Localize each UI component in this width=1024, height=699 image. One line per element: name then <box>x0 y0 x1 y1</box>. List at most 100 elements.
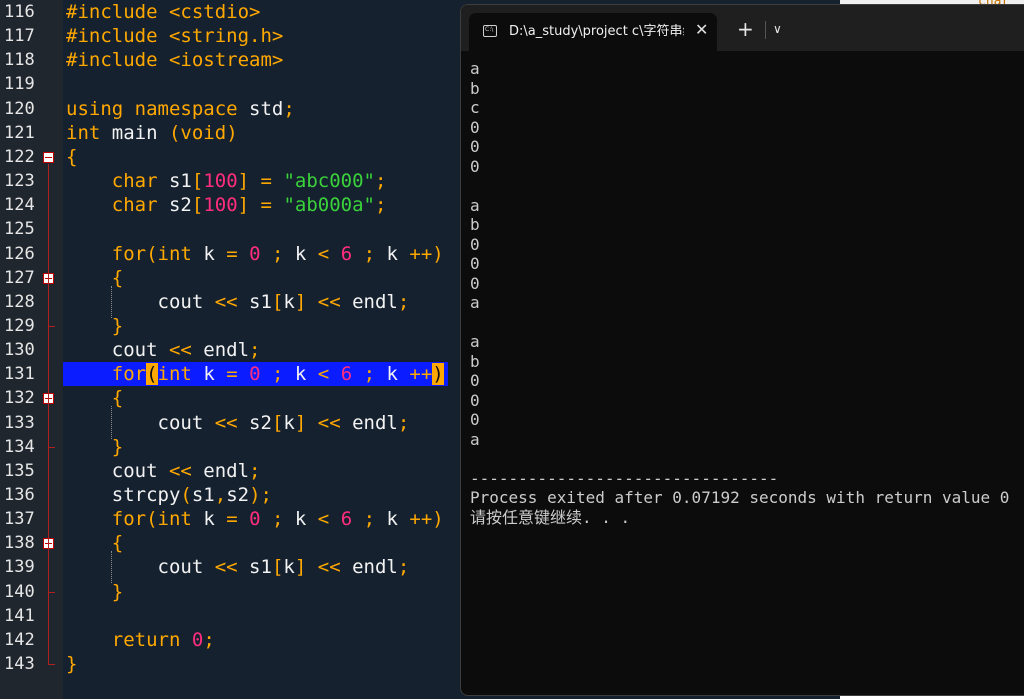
code-line[interactable]: { <box>63 386 123 410</box>
code-line[interactable]: cout << endl; <box>63 459 261 483</box>
code-token: ; <box>397 290 410 313</box>
code-token: ; <box>397 556 410 579</box>
code-line[interactable] <box>63 604 66 628</box>
code-token: for <box>111 508 147 531</box>
code-line[interactable]: #include <string.h> <box>63 24 283 48</box>
code-token: k <box>375 363 410 386</box>
code-line[interactable]: { <box>63 531 123 555</box>
code-line[interactable]: using namespace std; <box>63 97 295 121</box>
code-token: endl <box>191 459 250 482</box>
fold-toggle-icon[interactable] <box>43 151 54 163</box>
code-line[interactable]: return 0; <box>63 628 215 652</box>
code-line[interactable]: int main (void) <box>63 121 238 145</box>
code-line[interactable]: } <box>63 652 77 676</box>
chevron-down-icon[interactable]: ∨ <box>773 21 782 37</box>
code-token: ( <box>146 242 158 265</box>
code-token: ] <box>294 556 307 579</box>
code-token: { <box>66 145 78 168</box>
line-number: 133 <box>4 412 35 433</box>
close-tab-button[interactable]: ✕ <box>695 21 708 39</box>
code-token: #include <cstdio> <box>66 1 261 23</box>
line-number: 121 <box>4 122 35 143</box>
code-editor[interactable]: 116 117 118 119 120 121 122 123 124 125 126 127 128 1… <box>0 0 460 699</box>
fold-range-end <box>48 591 55 593</box>
code-token: ++ <box>409 363 433 386</box>
code-token: endl <box>191 339 250 362</box>
code-line[interactable]: { <box>63 145 77 169</box>
line-number: 142 <box>4 629 35 650</box>
line-number: 118 <box>4 50 35 71</box>
terminal-output-line: 请按任意键继续. . . <box>470 507 631 527</box>
indent-guide <box>111 285 112 318</box>
code-token: } <box>111 580 124 603</box>
terminal-tab-title: D:\a_study\project c\字符串组 <box>509 24 684 39</box>
code-token: = <box>260 170 272 193</box>
code-token: [ <box>271 556 284 579</box>
code-line[interactable]: char s1[100] = "abc000"; <box>63 169 387 193</box>
code-token: k <box>191 508 227 531</box>
code-token: s2 <box>226 484 250 506</box>
code-token: for <box>111 242 147 265</box>
terminal-output-line: 0 <box>470 371 480 390</box>
code-token: main <box>100 121 169 144</box>
code-line[interactable] <box>63 217 66 241</box>
code-line[interactable]: } <box>63 314 123 338</box>
terminal-output-line: a <box>470 195 480 215</box>
code-line[interactable]: char s2[100] = "ab000a"; <box>63 193 387 217</box>
line-number: 126 <box>4 243 35 264</box>
code-token: ; <box>203 628 215 651</box>
code-line[interactable] <box>63 72 66 96</box>
code-token: s1 <box>191 484 215 506</box>
code-token: } <box>111 435 124 458</box>
code-line[interactable]: strcpy(s1,s2); <box>63 483 272 507</box>
code-line-highlighted[interactable]: for(int k = 0 ; k < 6 ; k ++) <box>63 362 448 387</box>
code-line[interactable]: cout << endl; <box>63 338 261 362</box>
code-token: int <box>66 121 101 144</box>
code-token: ; <box>283 97 295 120</box>
code-line[interactable]: #include <cstdio> <box>63 0 260 24</box>
code-line[interactable]: for(int k = 0 ; k < 6 ; k ++) <box>63 507 444 531</box>
new-tab-button[interactable]: + <box>737 19 754 39</box>
line-number: 141 <box>4 605 35 626</box>
code-line[interactable]: for(int k = 0 ; k < 6 ; k ++) <box>63 242 444 266</box>
code-token: char <box>111 170 158 193</box>
code-line[interactable]: cout << s2[k] << endl; <box>63 411 410 435</box>
code-token: << <box>317 556 341 579</box>
code-token: cout <box>66 411 215 434</box>
terminal-window[interactable]: D:\a_study\project c\字符串组 ✕ + ∨ abc000 a… <box>460 4 1024 696</box>
code-line[interactable]: #include <iostream> <box>63 48 283 72</box>
code-line[interactable]: { <box>63 266 123 290</box>
terminal-tab[interactable]: D:\a_study\project c\字符串组 ✕ <box>469 13 717 51</box>
code-line[interactable]: } <box>63 580 123 604</box>
code-token: s1 <box>237 290 272 313</box>
code-token: cout <box>66 339 169 362</box>
code-token: ( <box>146 363 158 386</box>
code-token: ; <box>363 363 376 386</box>
terminal-output-line: a <box>470 429 480 449</box>
code-text-area[interactable]: #include <cstdio> #include <string.h> #inc… <box>63 0 460 699</box>
code-token: ) <box>226 121 238 144</box>
code-token: cout <box>66 556 215 579</box>
code-line[interactable]: cout << s1[k] << endl; <box>63 555 410 579</box>
terminal-output-line: 0 <box>470 234 480 254</box>
code-token: 0 <box>249 363 261 386</box>
code-token: = <box>260 194 272 217</box>
code-token: ; <box>374 170 387 193</box>
code-token: [ <box>191 170 204 193</box>
terminal-output-line: 0 <box>470 410 480 429</box>
code-line[interactable]: cout << s1[k] << endl; <box>63 290 410 314</box>
code-token: [ <box>271 411 284 434</box>
code-line[interactable]: } <box>63 435 123 459</box>
code-token: [ <box>271 290 284 313</box>
